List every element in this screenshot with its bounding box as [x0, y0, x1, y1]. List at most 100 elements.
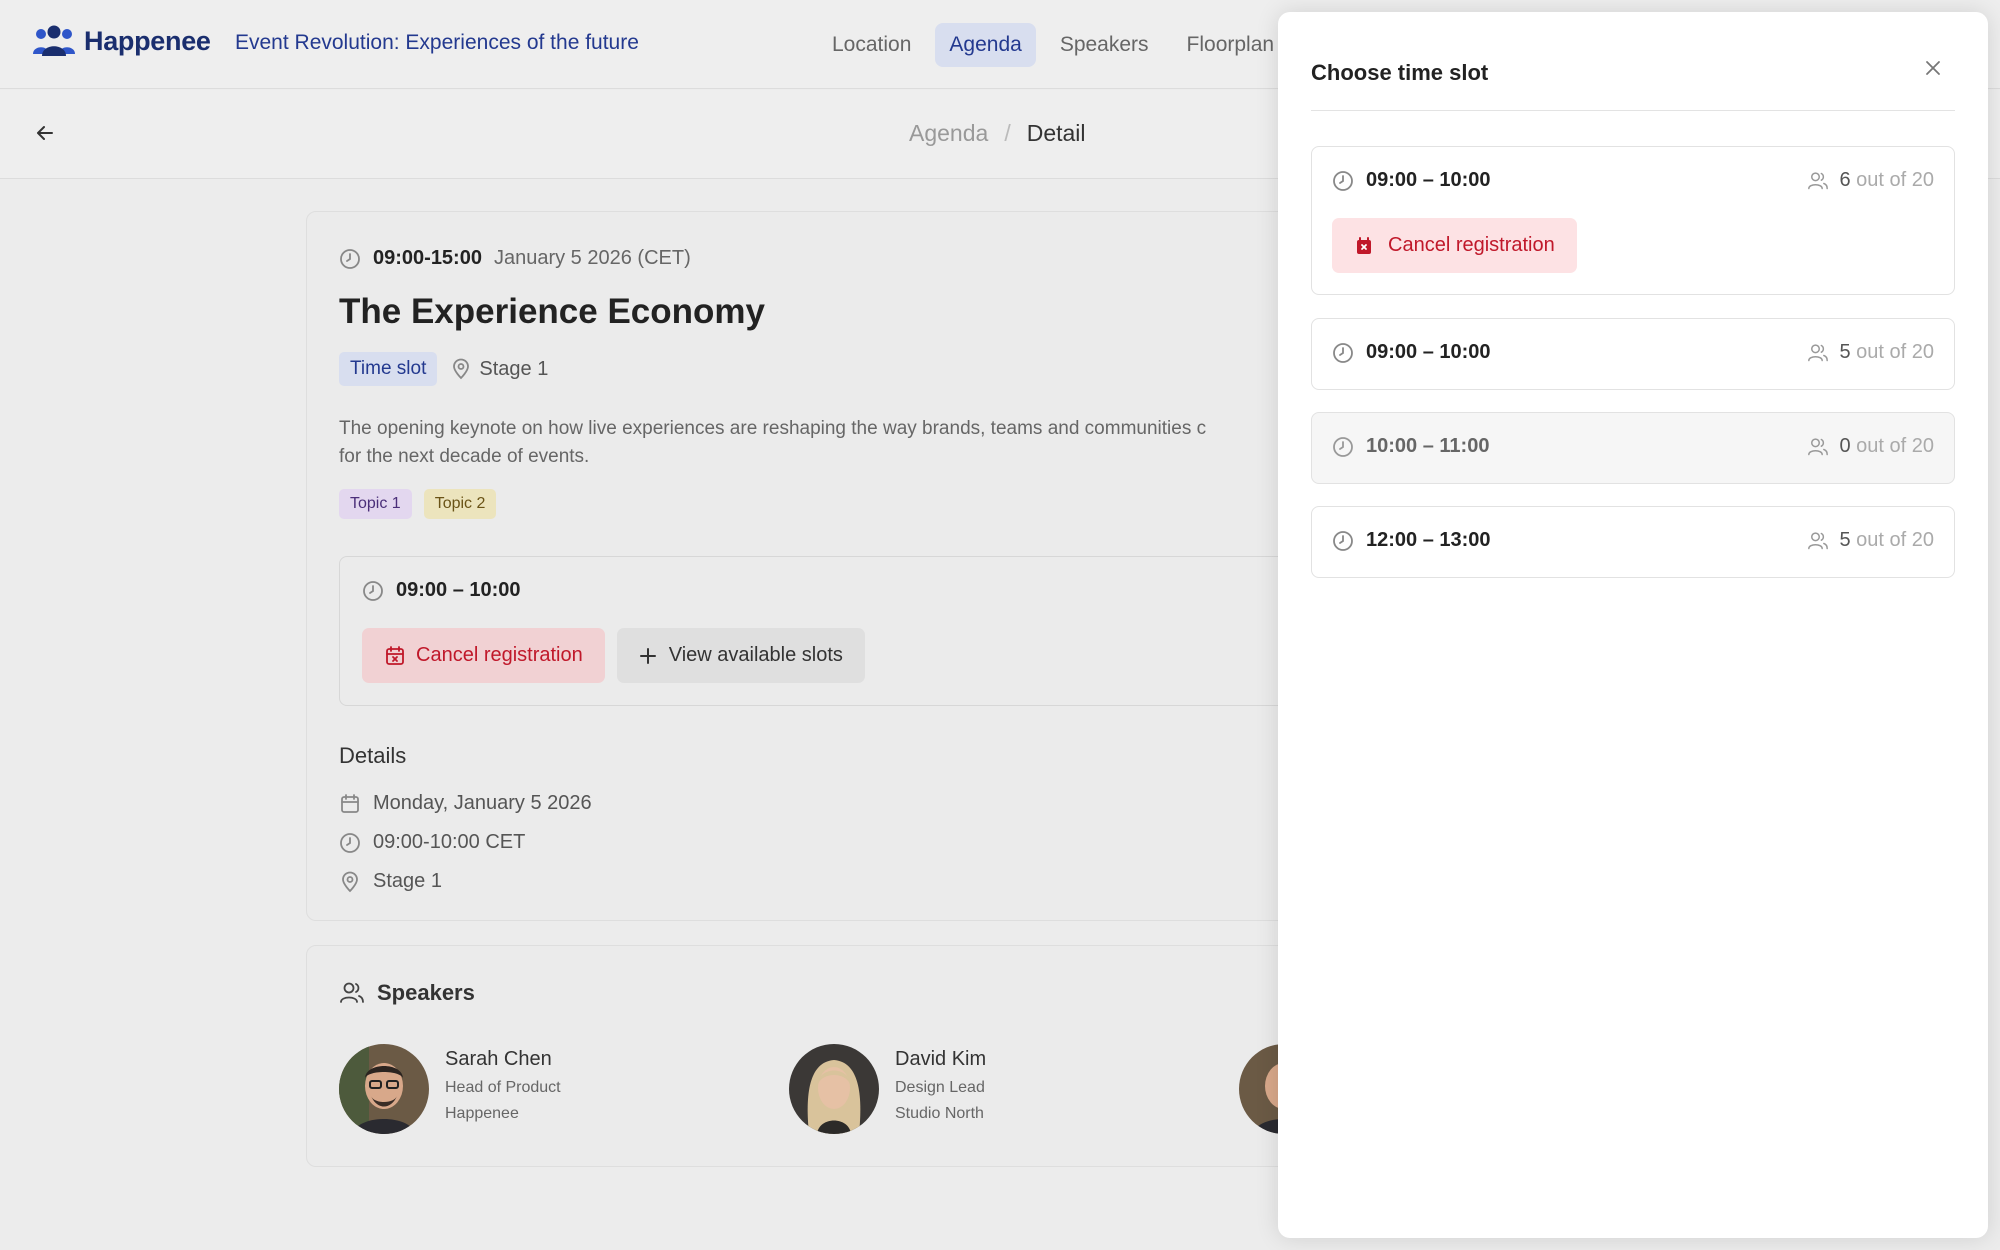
brand-name: Happenee [84, 25, 211, 56]
calendar-x-icon [384, 645, 406, 667]
avatar [339, 1044, 429, 1134]
session-time-range: 09:00-15:00 [373, 247, 482, 269]
clock-icon [1332, 530, 1354, 552]
calendar-icon [339, 793, 361, 815]
slot-capacity-label: out of 20 [1856, 529, 1934, 551]
clock-icon [339, 832, 361, 854]
plus-icon [639, 647, 657, 665]
back-button[interactable] [30, 118, 60, 148]
slot-capacity-label: out of 20 [1856, 435, 1934, 457]
details-heading: Details [339, 743, 407, 768]
session-location-label: Stage 1 [479, 357, 549, 380]
breadcrumb-detail: Detail [1026, 120, 1086, 146]
speakers-heading-label: Speakers [377, 980, 475, 1005]
time-slot-option[interactable]: 12:00 – 13:00 5 out of 20 [1311, 506, 1955, 578]
time-slot-option[interactable]: 09:00 – 10:00 6 out of 20 Cancel registr… [1311, 146, 1955, 295]
slot-cancel-registration-button[interactable]: Cancel registration [1332, 218, 1577, 273]
slot-time: 12:00 – 13:00 [1332, 529, 1491, 552]
slot-taken-count: 5 [1839, 529, 1851, 551]
slot-time: 09:00 – 10:00 [1332, 341, 1491, 364]
slot-capacity: 5 out of 20 [1807, 341, 1934, 364]
slot-cancel-registration-label: Cancel registration [1388, 234, 1555, 256]
speaker-role: Design Lead [895, 1079, 985, 1096]
close-button[interactable] [1915, 50, 1951, 86]
users-icon [339, 981, 365, 1005]
slot-time-label: 09:00 – 10:00 [1366, 341, 1491, 363]
time-slot-option[interactable]: 09:00 – 10:00 5 out of 20 [1311, 318, 1955, 390]
detail-time-label: 09:00-10:00 CET [373, 831, 526, 853]
session-time-line: 09:00-15:00 January 5 2026 (CET) [339, 247, 691, 270]
clock-icon [1332, 170, 1354, 192]
session-date: January 5 2026 (CET) [493, 247, 691, 269]
people-group-icon [32, 24, 76, 58]
slot-time-label: 10:00 – 11:00 [1366, 435, 1490, 457]
slot-capacity: 5 out of 20 [1807, 529, 1934, 552]
arrow-left-icon [35, 123, 55, 143]
speaker-name: Sarah Chen [445, 1048, 552, 1070]
users-icon [1807, 437, 1829, 457]
detail-time: 09:00-10:00 CET [339, 823, 592, 862]
slot-capacity-label: out of 20 [1856, 341, 1934, 363]
nav-item-agenda[interactable]: Agenda [935, 23, 1036, 67]
panel-divider [1311, 110, 1955, 111]
calendar-x-icon [1354, 236, 1374, 256]
view-available-slots-label: View available slots [668, 644, 843, 666]
breadcrumb-agenda[interactable]: Agenda [909, 120, 988, 147]
map-pin-icon [339, 871, 361, 893]
users-icon [1807, 343, 1829, 363]
speakers-heading: Speakers [339, 980, 475, 1006]
registered-slot-time-label: 09:00 – 10:00 [396, 579, 521, 601]
nav-item-location[interactable]: Location [818, 23, 925, 67]
slot-taken-count: 5 [1839, 341, 1851, 363]
cancel-registration-button[interactable]: Cancel registration [362, 628, 605, 683]
slot-time-label: 12:00 – 13:00 [1366, 529, 1491, 551]
cancel-registration-label: Cancel registration [416, 644, 583, 666]
registration-actions: Cancel registration View available slots [362, 628, 865, 683]
avatar [789, 1044, 879, 1134]
breadcrumb-separator: / [1004, 120, 1011, 146]
session-description: The opening keynote on how live experien… [339, 418, 1207, 467]
speaker-name: David Kim [895, 1048, 987, 1070]
map-pin-icon [451, 358, 471, 380]
clock-icon [1332, 342, 1354, 364]
slot-capacity-label: out of 20 [1856, 169, 1934, 191]
details-list: Monday, January 5 2026 09:00-10:00 CET S… [339, 784, 592, 901]
slot-taken-count: 0 [1839, 435, 1851, 457]
speaker-item[interactable]: David Kim Design Lead Studio North [789, 1044, 986, 1134]
nav-item-floorplan[interactable]: Floorplan [1173, 23, 1289, 67]
slot-time: 09:00 – 10:00 [1332, 169, 1491, 192]
choose-time-slot-panel: Choose time slot 09:00 – 10:00 6 out of … [1278, 12, 1988, 1238]
slot-time: 10:00 – 11:00 [1332, 435, 1489, 458]
speaker-company: Studio North [895, 1105, 984, 1122]
speaker-item[interactable]: Sarah Chen Head of Product Happenee [339, 1044, 561, 1134]
nav-item-speakers[interactable]: Speakers [1046, 23, 1163, 67]
detail-date: Monday, January 5 2026 [339, 784, 592, 823]
slot-time-label: 09:00 – 10:00 [1366, 169, 1491, 191]
clock-icon [1332, 436, 1354, 458]
speaker-role: Head of Product [445, 1079, 561, 1096]
view-available-slots-button[interactable]: View available slots [616, 628, 865, 683]
event-title[interactable]: Event Revolution: Experiences of the fut… [235, 31, 639, 55]
topic-tag[interactable]: Topic 1 [339, 489, 412, 519]
topic-tag[interactable]: Topic 2 [423, 489, 497, 519]
clock-icon [362, 580, 384, 602]
slot-capacity: 6 out of 20 [1807, 169, 1934, 192]
detail-date-label: Monday, January 5 2026 [373, 792, 592, 814]
time-slot-badge: Time slot [339, 352, 438, 386]
time-slot-option[interactable]: 10:00 – 11:00 0 out of 20 [1311, 412, 1955, 484]
brand-logo[interactable]: Happenee [32, 24, 211, 58]
detail-location: Stage 1 [339, 862, 592, 901]
session-location: Stage 1 [451, 358, 548, 381]
detail-location-label: Stage 1 [373, 870, 442, 892]
close-icon [1925, 60, 1941, 76]
users-icon [1807, 531, 1829, 551]
panel-title: Choose time slot [1311, 60, 1489, 85]
slot-taken-count: 6 [1839, 169, 1851, 191]
main-nav: Location Agenda Speakers Floorplan [818, 23, 1288, 67]
users-icon [1807, 171, 1829, 191]
session-title: The Experience Economy [339, 292, 765, 331]
session-meta: Time slot Stage 1 [339, 352, 548, 386]
slot-capacity: 0 out of 20 [1807, 435, 1934, 458]
clock-icon [339, 248, 361, 270]
registered-slot-time: 09:00 – 10:00 [362, 579, 521, 602]
